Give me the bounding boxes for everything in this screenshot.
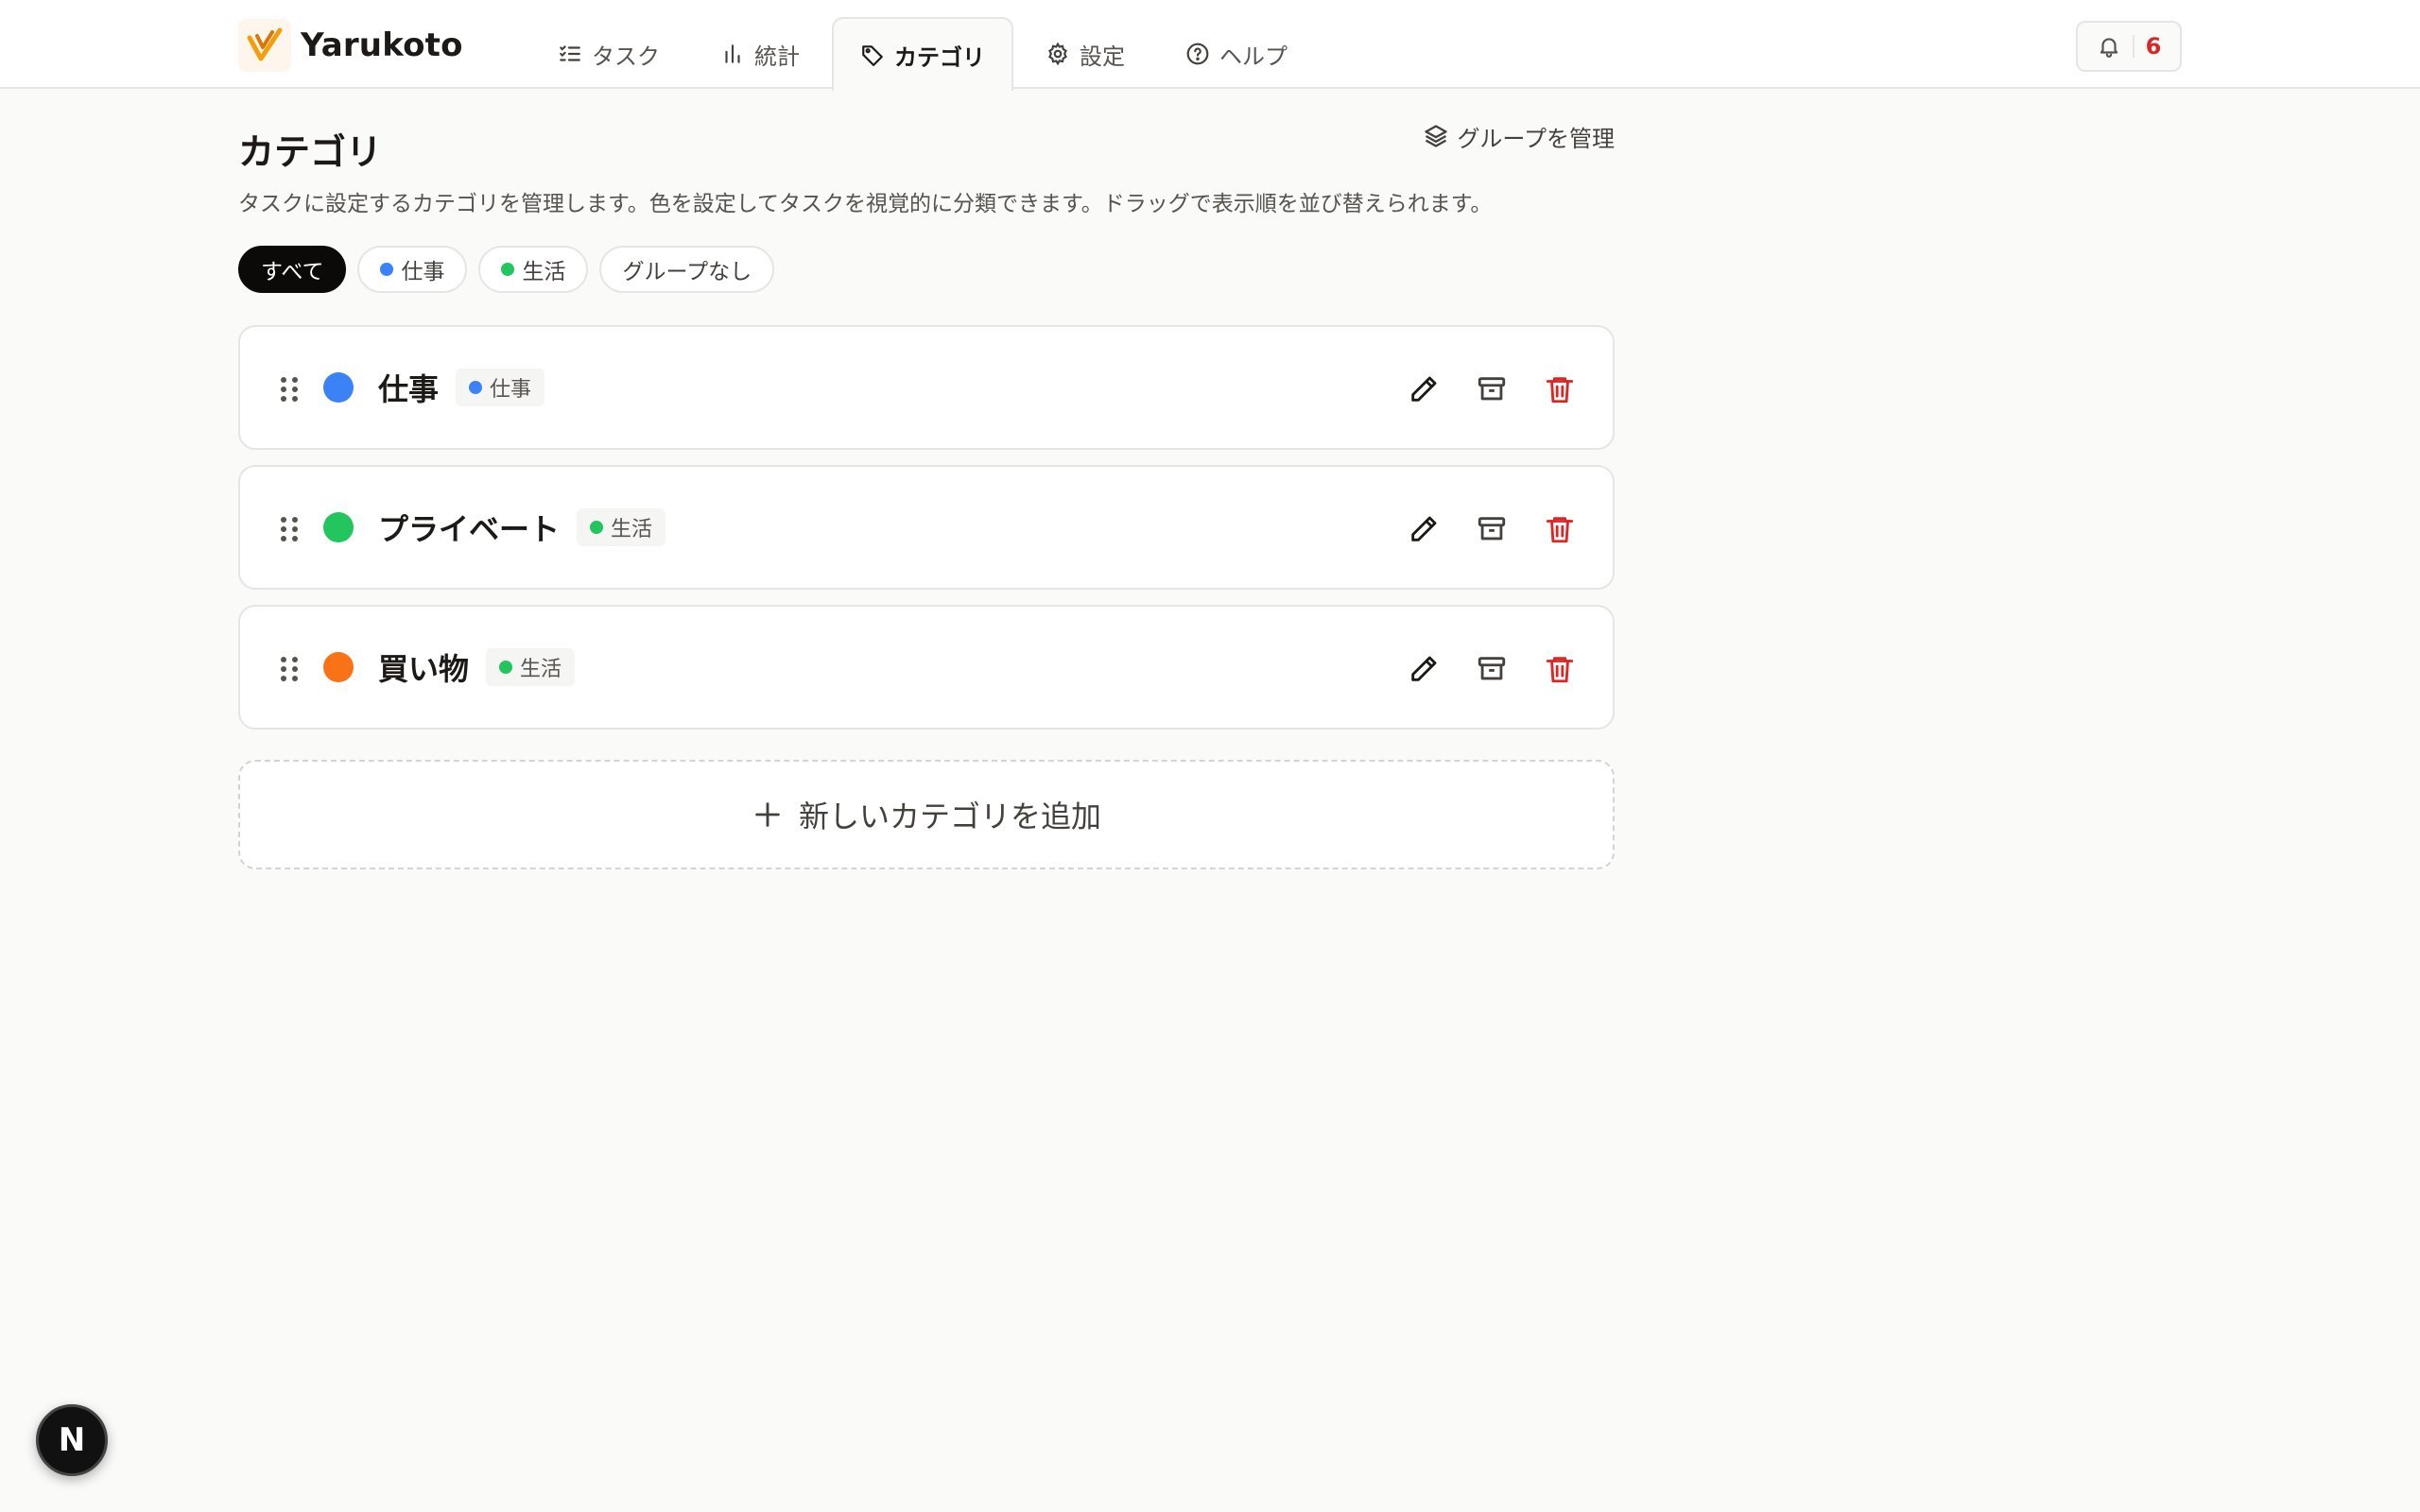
manage-groups-label: グループを管理	[1457, 125, 1615, 152]
tab-help[interactable]: ヘルプ	[1157, 17, 1316, 89]
pencil-icon	[1411, 516, 1437, 541]
tab-tasks[interactable]: タスク	[529, 17, 688, 89]
tab-help-label: ヘルプ	[1219, 43, 1288, 70]
add-category-label: 新しいカテゴリを追加	[798, 799, 1101, 834]
category-color-dot	[323, 512, 354, 542]
gear-icon	[1048, 42, 1067, 66]
layers-icon	[1425, 125, 1448, 147]
category-name: プライベート	[378, 511, 561, 547]
bar-chart-icon	[725, 44, 740, 63]
trash-icon	[1546, 377, 1574, 404]
delete-button[interactable]	[1541, 370, 1579, 408]
filter-life[interactable]: 生活	[478, 246, 589, 293]
filter-work-label: 仕事	[401, 260, 445, 284]
delete-button[interactable]	[1541, 510, 1579, 548]
category-info: 仕事 仕事	[378, 366, 545, 409]
delete-button[interactable]	[1541, 650, 1579, 688]
drag-handle-icon[interactable]	[278, 654, 301, 684]
page-description: タスクに設定するカテゴリを管理します。色を設定してタスクを視覚的に分類できます。…	[238, 192, 1493, 216]
category-color-dot	[323, 372, 354, 403]
tab-settings-label: 設定	[1080, 43, 1125, 70]
group-color-dot	[499, 661, 513, 674]
archive-icon	[1478, 657, 1506, 680]
filter-life-label: 生活	[522, 260, 566, 284]
page-title: カテゴリ	[238, 131, 383, 173]
filter-no-group-label: グループなし	[622, 260, 752, 284]
tab-categories-label: カテゴリ	[894, 43, 985, 71]
category-group-label: 生活	[520, 658, 562, 681]
category-actions	[1374, 370, 1579, 408]
archive-icon	[1478, 377, 1506, 401]
edit-button[interactable]	[1405, 370, 1443, 408]
category-group-label: 仕事	[490, 378, 532, 402]
tab-settings[interactable]: 設定	[1017, 17, 1153, 89]
group-color-dot	[380, 263, 394, 276]
category-item: プライベート 生活	[238, 465, 1615, 590]
dev-tools-badge[interactable]: N	[36, 1404, 108, 1476]
tab-stats[interactable]: 統計	[692, 17, 828, 89]
group-color-dot	[590, 521, 604, 534]
drag-handle-icon[interactable]	[278, 374, 301, 404]
tag-icon	[862, 45, 883, 66]
filter-work[interactable]: 仕事	[357, 246, 468, 293]
edit-button[interactable]	[1405, 510, 1443, 548]
pencil-icon	[1411, 656, 1437, 681]
archive-button[interactable]	[1473, 510, 1511, 548]
category-name: 買い物	[378, 651, 470, 687]
archive-button[interactable]	[1473, 650, 1511, 688]
add-category-button[interactable]: 新しいカテゴリを追加	[238, 760, 1615, 869]
filter-no-group[interactable]: グループなし	[599, 246, 775, 293]
category-item: 買い物 生活	[238, 605, 1615, 730]
category-group-badge: 仕事	[456, 369, 545, 406]
dev-badge-letter: N	[58, 1421, 86, 1459]
category-color-dot	[323, 652, 354, 682]
main-nav: タスク 統計 カテゴリ 設定 ヘルプ	[529, 17, 1320, 91]
archive-icon	[1478, 517, 1506, 541]
notification-count: 6	[2145, 33, 2162, 60]
tab-stats-label: 統計	[754, 43, 800, 70]
bell-divider	[2132, 35, 2135, 58]
filter-all[interactable]: すべて	[238, 246, 347, 293]
category-group-badge: 生活	[486, 648, 576, 686]
category-group-badge: 生活	[577, 508, 666, 546]
trash-icon	[1546, 517, 1574, 543]
help-circle-icon	[1186, 43, 1209, 65]
tab-categories[interactable]: カテゴリ	[832, 17, 1013, 91]
edit-button[interactable]	[1405, 650, 1443, 688]
notifications-button[interactable]: 6	[2076, 21, 2182, 72]
app-name: Yarukoto	[301, 26, 463, 64]
tab-tasks-label: タスク	[592, 43, 660, 70]
category-item: 仕事 仕事	[238, 325, 1615, 450]
logo-check-icon	[238, 19, 291, 72]
archive-button[interactable]	[1473, 370, 1511, 408]
group-color-dot	[469, 381, 483, 394]
category-actions	[1374, 650, 1579, 688]
bell-icon	[2100, 38, 2118, 58]
pencil-icon	[1411, 376, 1437, 402]
group-color-dot	[501, 263, 515, 276]
category-actions	[1374, 510, 1579, 548]
app-logo[interactable]: Yarukoto	[238, 19, 463, 72]
category-group-label: 生活	[611, 518, 653, 541]
category-name: 仕事	[378, 371, 440, 407]
plus-icon	[755, 802, 780, 827]
group-filter-bar: すべて 仕事 生活 グループなし	[238, 246, 786, 293]
filter-all-label: すべて	[261, 260, 324, 284]
trash-icon	[1546, 657, 1574, 683]
drag-handle-icon[interactable]	[278, 514, 301, 544]
category-list: 仕事 仕事 プライベート 生活 買い物 生活	[238, 325, 1615, 745]
category-info: 買い物 生活	[378, 645, 576, 689]
app-header: Yarukoto タスク 統計 カテゴリ 設定 ヘルプ 6	[0, 0, 2420, 91]
category-info: プライベート 生活	[378, 506, 666, 549]
list-check-icon	[560, 45, 580, 61]
manage-groups-link[interactable]: グループを管理	[1423, 119, 1615, 153]
